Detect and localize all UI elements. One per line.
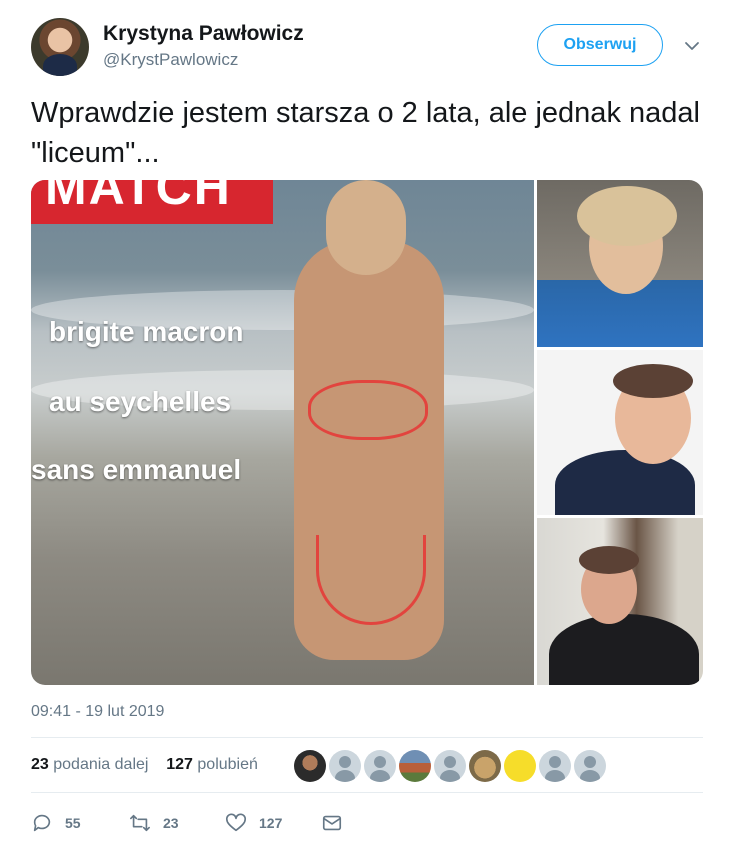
retweet-count: 23 (163, 815, 179, 831)
liker-avatar[interactable] (364, 750, 396, 782)
follow-button[interactable]: Obserwuj (537, 24, 663, 66)
tweet-text: Wprawdzie jestem starsza o 2 lata, ale j… (31, 97, 700, 169)
like-action[interactable]: 127 (225, 808, 282, 838)
liker-avatar[interactable] (574, 750, 606, 782)
chevron-down-icon[interactable] (684, 38, 700, 54)
retweets-label[interactable]: podania dalej (53, 756, 148, 773)
likes-count[interactable]: 127 (166, 756, 193, 773)
tweet-media[interactable]: MATCH brigite macron au seychelles sans … (31, 180, 703, 685)
liker-avatar[interactable] (294, 750, 326, 782)
figure-head (326, 180, 406, 275)
portrait-body (555, 450, 695, 515)
portrait-body (549, 614, 699, 685)
reply-count: 55 (65, 815, 81, 831)
retweets-count[interactable]: 23 (31, 756, 49, 773)
engagement-stats: 23 podania dalej 127 polubień (31, 756, 258, 780)
magazine-banner-text: MATCH (45, 180, 232, 215)
figure-bikini-top (308, 380, 428, 440)
author-avatar[interactable] (31, 18, 89, 76)
media-image-main[interactable]: MATCH brigite macron au seychelles sans … (31, 180, 534, 685)
magazine-banner: MATCH (31, 180, 273, 224)
like-count: 127 (259, 815, 283, 831)
liker-avatar[interactable] (539, 750, 571, 782)
portrait-hair (613, 364, 693, 398)
retweet-icon (130, 814, 150, 832)
author-name[interactable]: Krystyna Pawłowicz (103, 22, 304, 46)
tweet-header: Krystyna Pawłowicz @KrystPawlowicz Obser… (31, 18, 711, 78)
likers-avatars (294, 750, 606, 782)
media-caption-line: brigite macron (49, 316, 244, 347)
portrait-hair (577, 186, 677, 246)
media-image-thumb-2[interactable] (537, 350, 703, 515)
tweet-actions: 55 23 127 (31, 808, 451, 838)
media-image-thumb-1[interactable] (537, 180, 703, 347)
media-caption-line: au seychelles (49, 386, 232, 417)
beach-figure (246, 180, 476, 685)
likes-label[interactable]: polubień (197, 756, 258, 773)
reply-action[interactable]: 55 (31, 808, 81, 838)
tweet-timestamp[interactable]: 09:41 - 19 lut 2019 (31, 703, 164, 721)
liker-avatar[interactable] (329, 750, 361, 782)
heart-icon (226, 813, 246, 832)
author-handle[interactable]: @KrystPawlowicz (103, 50, 238, 70)
envelope-icon (322, 815, 342, 831)
media-caption-line: sans emmanuel (31, 454, 242, 485)
media-image-thumb-3[interactable] (537, 518, 703, 685)
retweet-action[interactable]: 23 (129, 808, 179, 838)
liker-avatar[interactable] (504, 750, 536, 782)
divider (31, 792, 703, 793)
divider (31, 737, 703, 738)
liker-avatar[interactable] (434, 750, 466, 782)
dm-action[interactable] (321, 808, 343, 838)
liker-avatar[interactable] (469, 750, 501, 782)
liker-avatar[interactable] (399, 750, 431, 782)
portrait-hair (579, 546, 639, 574)
reply-icon (33, 814, 51, 832)
